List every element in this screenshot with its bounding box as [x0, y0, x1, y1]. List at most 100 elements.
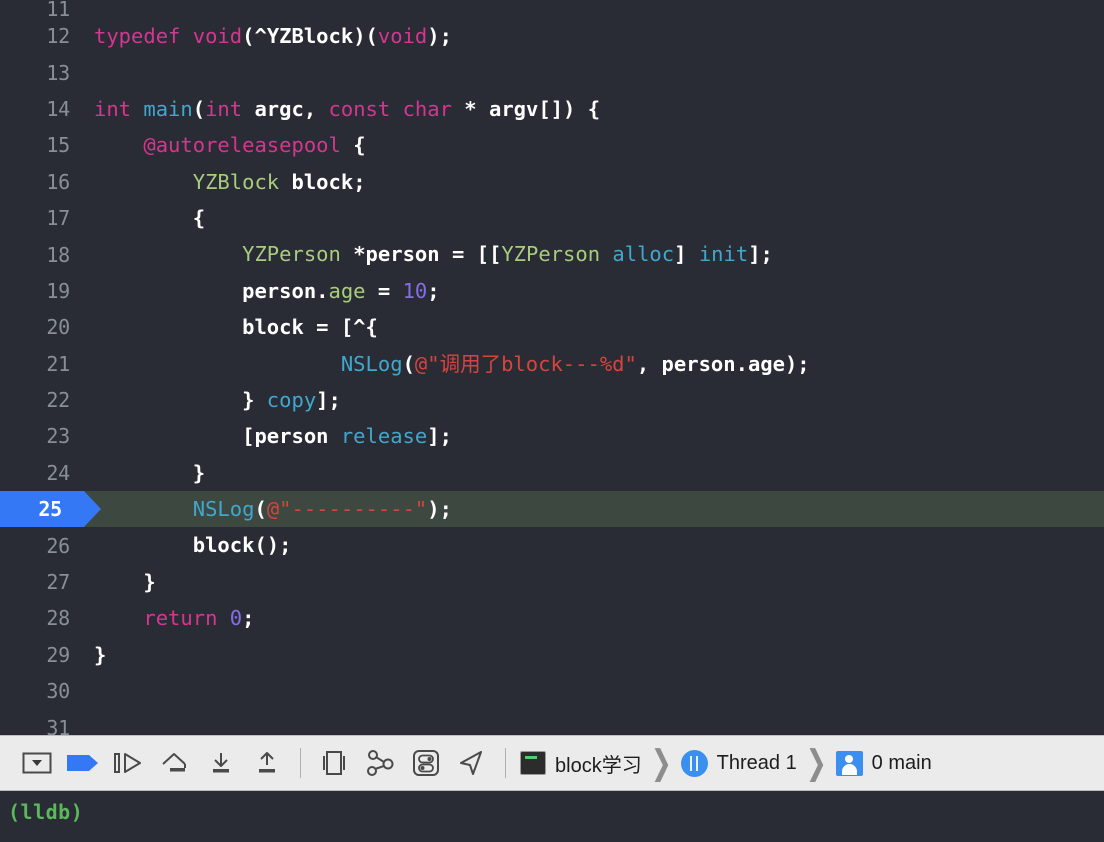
line-number[interactable]: 25 — [0, 491, 101, 528]
breadcrumb-process-label: block学习 — [555, 754, 642, 777]
code-token: ; — [427, 278, 440, 303]
code-line-text[interactable]: person.age = 10; — [84, 273, 1104, 309]
code-line-text[interactable]: } — [84, 564, 1104, 600]
code-token: ); — [427, 497, 452, 522]
line-number[interactable]: 15 — [0, 127, 84, 163]
code-line[interactable]: 26 block(); — [0, 527, 1104, 563]
code-line-text[interactable]: { — [84, 200, 1104, 236]
source-editor[interactable]: 11 12 typedef void(^YZBlock)(void); 13 14 int… — [0, 0, 1104, 735]
code-token: alloc — [612, 242, 675, 267]
code-line-text[interactable]: YZBlock block; — [84, 164, 1104, 200]
line-number[interactable]: 31 — [0, 709, 84, 735]
code-line[interactable]: 11 — [0, 0, 1104, 21]
code-line-text[interactable]: } — [84, 455, 1104, 491]
code-line[interactable]: 31 — [0, 709, 1104, 735]
code-line[interactable]: 19 person.age = 10; — [0, 273, 1104, 309]
code-line-text[interactable]: int main(int argc, const char * argv[]) … — [84, 91, 1104, 127]
hide-debug-area-button[interactable] — [14, 743, 60, 783]
code-line[interactable]: 16 YZBlock block; — [0, 164, 1104, 200]
code-line[interactable]: 29} — [0, 637, 1104, 673]
line-number[interactable]: 12 — [0, 18, 84, 54]
debug-console[interactable]: (lldb) — [0, 792, 1104, 842]
code-token: @"----------" — [266, 497, 428, 522]
code-line-text[interactable]: block(); — [84, 527, 1104, 563]
code-line-text[interactable]: [person release]; — [84, 418, 1104, 454]
step-into-button[interactable] — [198, 743, 244, 783]
breadcrumb-thread[interactable]: Thread 1 — [680, 749, 797, 777]
code-line[interactable]: 22 } copy]; — [0, 382, 1104, 418]
code-token: YZPerson — [501, 242, 601, 267]
code-line[interactable]: 24 } — [0, 455, 1104, 491]
line-number[interactable]: 16 — [0, 164, 84, 200]
memory-graph-button[interactable] — [357, 743, 403, 783]
code-line-text[interactable]: } — [84, 637, 1104, 673]
line-number[interactable]: 24 — [0, 455, 84, 491]
line-number[interactable]: 22 — [0, 382, 84, 418]
code-line-text[interactable]: } copy]; — [84, 382, 1104, 418]
thread-icon — [680, 749, 708, 777]
code-line[interactable]: 23 [person release]; — [0, 418, 1104, 454]
line-number[interactable]: 13 — [0, 54, 84, 90]
code-token: argc — [254, 96, 304, 121]
code-line[interactable]: 21 NSLog(@"调用了block---%d", person.age); — [0, 346, 1104, 382]
line-number[interactable]: 21 — [0, 346, 84, 382]
line-number[interactable]: 27 — [0, 564, 84, 600]
code-line[interactable]: 17 { — [0, 200, 1104, 236]
breadcrumb-divider — [505, 748, 506, 778]
debug-gauges-button[interactable] — [403, 743, 449, 783]
code-line[interactable]: 12 typedef void(^YZBlock)(void); — [0, 18, 1104, 54]
line-number[interactable]: 28 — [0, 600, 84, 636]
code-line-text[interactable]: return 0; — [84, 600, 1104, 636]
breadcrumb-thread-label: Thread 1 — [716, 751, 797, 774]
line-number[interactable]: 18 — [0, 236, 84, 272]
code-line[interactable]: 14 int main(int argc, const char * argv[]… — [0, 91, 1104, 127]
code-line-text[interactable]: block = [^{ — [84, 309, 1104, 345]
lldb-prompt: (lldb) — [8, 800, 84, 824]
line-number[interactable]: 30 — [0, 673, 84, 709]
line-number[interactable]: 20 — [0, 309, 84, 345]
code-token: void — [192, 24, 243, 48]
code-token: [person — [94, 424, 341, 449]
code-token: @"调用了block---%d" — [414, 351, 637, 376]
line-number[interactable]: 14 — [0, 91, 84, 127]
code-token: ; — [242, 606, 255, 631]
line-number[interactable]: 11 — [0, 0, 84, 21]
debug-view-hierarchy-button[interactable] — [311, 743, 357, 783]
code-line[interactable]: 18 YZPerson *person = [[YZPerson alloc] … — [0, 236, 1104, 272]
code-line-text[interactable]: typedef void(^YZBlock)(void); — [84, 18, 1104, 54]
line-number[interactable]: 17 — [0, 200, 84, 236]
code-line[interactable]: 13 — [0, 54, 1104, 90]
code-line[interactable]: 27 } — [0, 564, 1104, 600]
code-line[interactable]: 20 block = [^{ — [0, 309, 1104, 345]
code-token: )( — [353, 24, 378, 48]
code-token: 0 — [229, 606, 243, 631]
code-line[interactable]: 15 @autoreleasepool { — [0, 127, 1104, 163]
step-over-button[interactable] — [152, 743, 198, 783]
code-token: (^ — [242, 24, 267, 48]
code-token: const char — [328, 96, 465, 121]
continue-button[interactable] — [106, 743, 152, 783]
breadcrumb-frame[interactable]: 0 main — [835, 750, 932, 776]
line-number[interactable]: 29 — [0, 637, 84, 673]
code-line-text[interactable]: NSLog(@"----------"); — [84, 491, 1104, 527]
code-line[interactable]: 28 return 0; — [0, 600, 1104, 636]
deactivate-breakpoints-button[interactable] — [60, 743, 106, 783]
code-line-text[interactable]: YZPerson *person = [[YZPerson alloc] ini… — [84, 236, 1104, 272]
code-line-current[interactable]: 25 NSLog(@"----------"); — [0, 491, 1104, 528]
code-line-text[interactable]: NSLog(@"调用了block---%d", person.age); — [84, 346, 1104, 382]
line-number[interactable]: 19 — [0, 273, 84, 309]
step-out-button[interactable] — [244, 743, 290, 783]
code-line-text[interactable]: @autoreleasepool { — [84, 127, 1104, 163]
code-token: NSLog — [192, 497, 255, 522]
simulate-location-button[interactable] — [449, 743, 495, 783]
code-line[interactable]: 30 — [0, 673, 1104, 709]
code-token: @autoreleasepool — [143, 133, 341, 158]
code-token: release — [340, 424, 428, 449]
line-number[interactable]: 26 — [0, 527, 84, 563]
debug-bar: block学习 ❯ Thread 1 ❯ 0 main — [0, 735, 1104, 791]
line-number[interactable]: 23 — [0, 418, 84, 454]
toolbar-divider — [300, 748, 301, 778]
breadcrumb-process[interactable]: block学习 — [520, 749, 642, 778]
